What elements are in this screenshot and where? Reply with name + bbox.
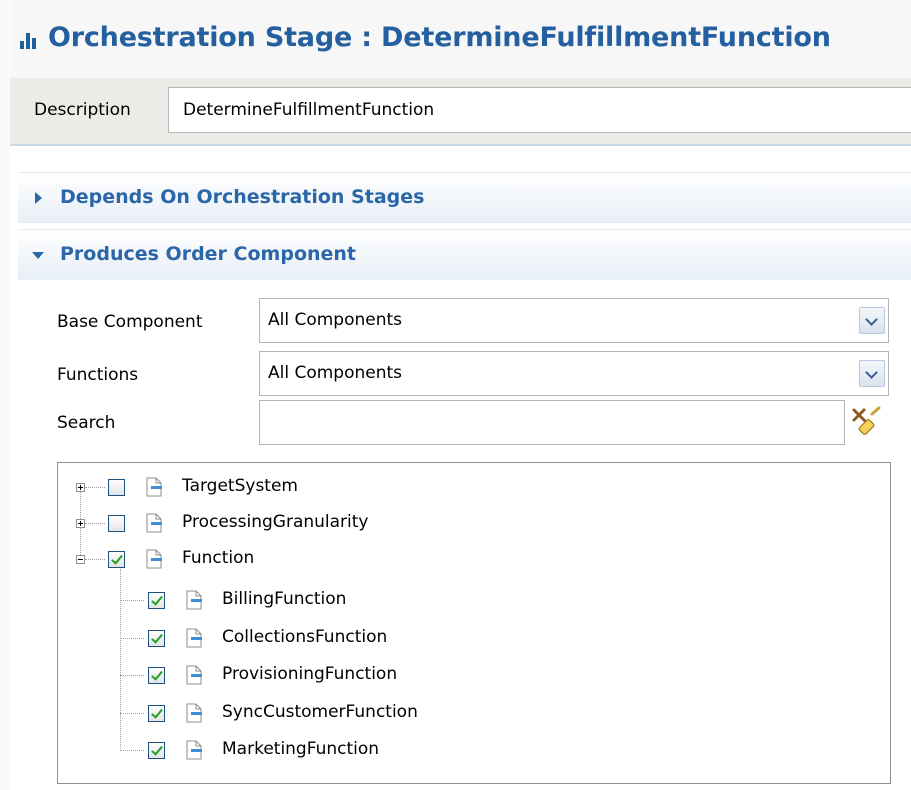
tree-item-label: TargetSystem xyxy=(182,476,298,496)
search-label: Search xyxy=(57,413,116,433)
checkbox[interactable] xyxy=(108,515,125,532)
expand-plus-icon[interactable] xyxy=(76,519,85,528)
functions-select[interactable]: All Components xyxy=(259,351,889,396)
section-depends-on-title[interactable]: Depends On Orchestration Stages xyxy=(60,186,424,208)
expand-plus-icon[interactable] xyxy=(76,483,85,492)
collapse-triangle-icon[interactable] xyxy=(32,252,44,259)
checkbox[interactable] xyxy=(148,630,165,647)
expand-triangle-icon[interactable] xyxy=(35,192,42,204)
component-document-icon xyxy=(146,549,162,569)
left-edge xyxy=(0,0,10,790)
description-label: Description xyxy=(34,100,131,120)
component-document-icon xyxy=(186,703,202,723)
checkbox[interactable] xyxy=(148,742,165,759)
section-produces-title[interactable]: Produces Order Component xyxy=(60,243,356,265)
description-row: Description DetermineFulfillmentFunction xyxy=(10,78,911,144)
tree-item-label: CollectionsFunction xyxy=(222,627,388,647)
checkbox[interactable] xyxy=(108,479,125,496)
functions-label: Functions xyxy=(57,365,139,385)
component-document-icon xyxy=(186,590,202,610)
section-depends-on[interactable]: Depends On Orchestration Stages xyxy=(18,172,911,223)
tree-item-label: ProcessingGranularity xyxy=(182,512,369,532)
component-document-icon xyxy=(186,628,202,648)
checkbox[interactable] xyxy=(108,551,125,568)
stage-bars-icon xyxy=(20,31,40,49)
checkbox[interactable] xyxy=(148,592,165,609)
component-tree[interactable]: TargetSystem ProcessingGranularity Funct… xyxy=(57,462,891,784)
tree-item-label: SyncCustomerFunction xyxy=(222,702,418,722)
tree-item-label: ProvisioningFunction xyxy=(222,664,398,684)
checkbox[interactable] xyxy=(148,667,165,684)
functions-value: All Components xyxy=(268,363,403,383)
component-document-icon xyxy=(186,740,202,760)
dropdown-arrow-icon[interactable] xyxy=(859,307,885,334)
base-component-label: Base Component xyxy=(57,312,203,332)
tree-item-label: BillingFunction xyxy=(222,589,347,609)
editor-header: Orchestration Stage : DetermineFulfillme… xyxy=(10,0,911,78)
tree-item-label: MarketingFunction xyxy=(222,739,380,759)
section-produces-order-component[interactable]: Produces Order Component xyxy=(18,229,911,280)
dropdown-arrow-icon[interactable] xyxy=(859,360,885,387)
clear-search-icon[interactable] xyxy=(850,406,882,438)
orchestration-stage-editor: Orchestration Stage : DetermineFulfillme… xyxy=(0,0,911,790)
base-component-value: All Components xyxy=(268,310,403,330)
page-title: Orchestration Stage : DetermineFulfillme… xyxy=(48,22,831,53)
component-document-icon xyxy=(146,477,162,497)
search-input[interactable] xyxy=(259,400,845,445)
description-field[interactable]: DetermineFulfillmentFunction xyxy=(168,87,911,133)
component-document-icon xyxy=(146,513,162,533)
tree-item-label: Function xyxy=(182,548,255,568)
base-component-select[interactable]: All Components xyxy=(259,298,889,343)
collapse-minus-icon[interactable] xyxy=(76,555,85,564)
checkbox[interactable] xyxy=(148,705,165,722)
component-document-icon xyxy=(186,665,202,685)
